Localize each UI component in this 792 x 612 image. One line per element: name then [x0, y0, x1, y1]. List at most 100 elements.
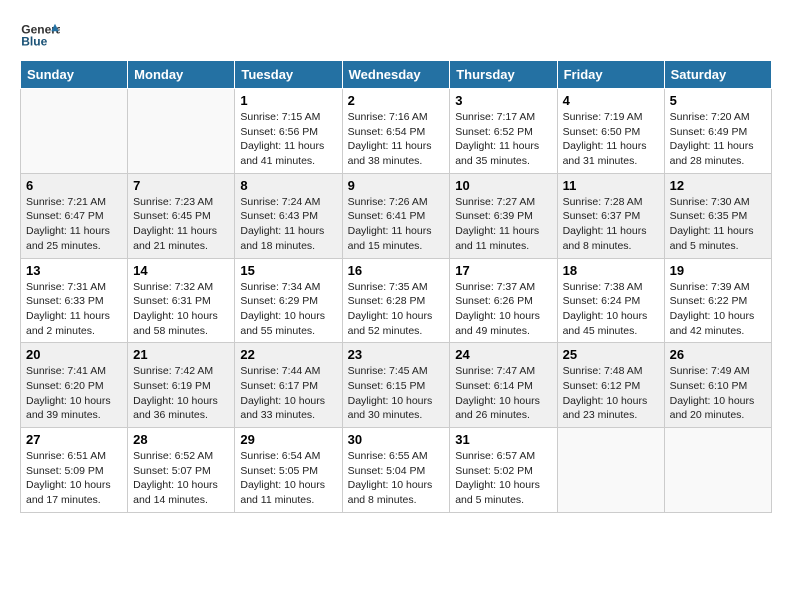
calendar-cell: 7 Sunrise: 7:23 AM Sunset: 6:45 PM Daylig… — [128, 173, 235, 258]
day-number: 9 — [348, 178, 445, 193]
day-info: Sunrise: 7:31 AM Sunset: 6:33 PM Dayligh… — [26, 280, 122, 339]
day-info: Sunrise: 7:15 AM Sunset: 6:56 PM Dayligh… — [240, 110, 336, 169]
calendar-cell: 21 Sunrise: 7:42 AM Sunset: 6:19 PM Dayli… — [128, 343, 235, 428]
day-info: Sunrise: 6:57 AM Sunset: 5:02 PM Dayligh… — [455, 449, 551, 508]
calendar-cell: 11 Sunrise: 7:28 AM Sunset: 6:37 PM Dayli… — [557, 173, 664, 258]
day-info: Sunrise: 6:52 AM Sunset: 5:07 PM Dayligh… — [133, 449, 229, 508]
day-info: Sunrise: 7:17 AM Sunset: 6:52 PM Dayligh… — [455, 110, 551, 169]
day-number: 21 — [133, 347, 229, 362]
calendar-cell: 10Sunrise: 7:27 AM Sunset: 6:39 PM Dayli… — [450, 173, 557, 258]
day-number: 7 — [133, 178, 229, 193]
weekday-header-sunday: Sunday — [21, 61, 128, 89]
calendar-cell: 15Sunrise: 7:34 AM Sunset: 6:29 PM Dayli… — [235, 258, 342, 343]
day-number: 15 — [240, 263, 336, 278]
weekday-header-saturday: Saturday — [664, 61, 771, 89]
day-number: 23 — [348, 347, 445, 362]
generalblue-logo-icon: General Blue — [20, 20, 60, 50]
calendar-cell: 25 Sunrise: 7:48 AM Sunset: 6:12 PM Dayli… — [557, 343, 664, 428]
day-number: 10 — [455, 178, 551, 193]
weekday-header-monday: Monday — [128, 61, 235, 89]
day-info: Sunrise: 6:51 AM Sunset: 5:09 PM Dayligh… — [26, 449, 122, 508]
weekday-header-tuesday: Tuesday — [235, 61, 342, 89]
day-number: 16 — [348, 263, 445, 278]
day-number: 29 — [240, 432, 336, 447]
day-info: Sunrise: 7:32 AM Sunset: 6:31 PM Dayligh… — [133, 280, 229, 339]
day-number: 12 — [670, 178, 766, 193]
day-info: Sunrise: 7:49 AM Sunset: 6:10 PM Dayligh… — [670, 364, 766, 423]
day-number: 14 — [133, 263, 229, 278]
day-number: 28 — [133, 432, 229, 447]
day-number: 1 — [240, 93, 336, 108]
day-number: 30 — [348, 432, 445, 447]
day-number: 8 — [240, 178, 336, 193]
day-number: 5 — [670, 93, 766, 108]
day-number: 11 — [563, 178, 659, 193]
calendar-cell: 2 Sunrise: 7:16 AM Sunset: 6:54 PM Daylig… — [342, 89, 450, 174]
calendar-cell: 6 Sunrise: 7:21 AM Sunset: 6:47 PM Daylig… — [21, 173, 128, 258]
day-info: Sunrise: 7:42 AM Sunset: 6:19 PM Dayligh… — [133, 364, 229, 423]
weekday-header-wednesday: Wednesday — [342, 61, 450, 89]
page-header: General Blue — [20, 20, 772, 50]
calendar-cell: 27 Sunrise: 6:51 AM Sunset: 5:09 PM Dayli… — [21, 428, 128, 513]
day-number: 25 — [563, 347, 659, 362]
calendar-cell — [557, 428, 664, 513]
calendar-cell: 19Sunrise: 7:39 AM Sunset: 6:22 PM Dayli… — [664, 258, 771, 343]
weekday-header-friday: Friday — [557, 61, 664, 89]
calendar-cell: 3 Sunrise: 7:17 AM Sunset: 6:52 PM Daylig… — [450, 89, 557, 174]
day-number: 26 — [670, 347, 766, 362]
calendar-cell: 20 Sunrise: 7:41 AM Sunset: 6:20 PM Dayli… — [21, 343, 128, 428]
day-info: Sunrise: 6:54 AM Sunset: 5:05 PM Dayligh… — [240, 449, 336, 508]
calendar-cell: 14 Sunrise: 7:32 AM Sunset: 6:31 PM Dayli… — [128, 258, 235, 343]
day-number: 2 — [348, 93, 445, 108]
day-info: Sunrise: 7:38 AM Sunset: 6:24 PM Dayligh… — [563, 280, 659, 339]
calendar-week-5: 27 Sunrise: 6:51 AM Sunset: 5:09 PM Dayli… — [21, 428, 772, 513]
calendar-cell — [664, 428, 771, 513]
day-info: Sunrise: 7:35 AM Sunset: 6:28 PM Dayligh… — [348, 280, 445, 339]
calendar-week-2: 6 Sunrise: 7:21 AM Sunset: 6:47 PM Daylig… — [21, 173, 772, 258]
day-number: 4 — [563, 93, 659, 108]
calendar-cell: 18Sunrise: 7:38 AM Sunset: 6:24 PM Dayli… — [557, 258, 664, 343]
day-number: 19 — [670, 263, 766, 278]
day-info: Sunrise: 7:47 AM Sunset: 6:14 PM Dayligh… — [455, 364, 551, 423]
calendar-cell: 4Sunrise: 7:19 AM Sunset: 6:50 PM Daylig… — [557, 89, 664, 174]
day-info: Sunrise: 7:41 AM Sunset: 6:20 PM Dayligh… — [26, 364, 122, 423]
logo: General Blue — [20, 20, 60, 50]
calendar-cell: 26 Sunrise: 7:49 AM Sunset: 6:10 PM Dayli… — [664, 343, 771, 428]
calendar-cell: 1 Sunrise: 7:15 AM Sunset: 6:56 PM Daylig… — [235, 89, 342, 174]
weekday-header-row: SundayMondayTuesdayWednesdayThursdayFrid… — [21, 61, 772, 89]
day-info: Sunrise: 7:23 AM Sunset: 6:45 PM Dayligh… — [133, 195, 229, 254]
day-info: Sunrise: 7:45 AM Sunset: 6:15 PM Dayligh… — [348, 364, 445, 423]
day-info: Sunrise: 7:26 AM Sunset: 6:41 PM Dayligh… — [348, 195, 445, 254]
calendar-cell: 8 Sunrise: 7:24 AM Sunset: 6:43 PM Daylig… — [235, 173, 342, 258]
calendar-week-4: 20 Sunrise: 7:41 AM Sunset: 6:20 PM Dayli… — [21, 343, 772, 428]
day-info: Sunrise: 7:30 AM Sunset: 6:35 PM Dayligh… — [670, 195, 766, 254]
calendar-cell — [21, 89, 128, 174]
day-number: 20 — [26, 347, 122, 362]
day-number: 13 — [26, 263, 122, 278]
calendar-cell: 16 Sunrise: 7:35 AM Sunset: 6:28 PM Dayli… — [342, 258, 450, 343]
day-number: 24 — [455, 347, 551, 362]
calendar-cell: 22Sunrise: 7:44 AM Sunset: 6:17 PM Dayli… — [235, 343, 342, 428]
calendar-week-1: 1 Sunrise: 7:15 AM Sunset: 6:56 PM Daylig… — [21, 89, 772, 174]
day-info: Sunrise: 7:37 AM Sunset: 6:26 PM Dayligh… — [455, 280, 551, 339]
day-number: 31 — [455, 432, 551, 447]
calendar-cell: 30Sunrise: 6:55 AM Sunset: 5:04 PM Dayli… — [342, 428, 450, 513]
calendar-cell: 23 Sunrise: 7:45 AM Sunset: 6:15 PM Dayli… — [342, 343, 450, 428]
calendar-cell: 12 Sunrise: 7:30 AM Sunset: 6:35 PM Dayli… — [664, 173, 771, 258]
day-info: Sunrise: 7:28 AM Sunset: 6:37 PM Dayligh… — [563, 195, 659, 254]
day-number: 3 — [455, 93, 551, 108]
day-number: 6 — [26, 178, 122, 193]
weekday-header-thursday: Thursday — [450, 61, 557, 89]
day-number: 27 — [26, 432, 122, 447]
calendar-cell: 13 Sunrise: 7:31 AM Sunset: 6:33 PM Dayli… — [21, 258, 128, 343]
day-info: Sunrise: 7:21 AM Sunset: 6:47 PM Dayligh… — [26, 195, 122, 254]
day-info: Sunrise: 7:16 AM Sunset: 6:54 PM Dayligh… — [348, 110, 445, 169]
calendar-cell: 5 Sunrise: 7:20 AM Sunset: 6:49 PM Daylig… — [664, 89, 771, 174]
calendar-cell: 29 Sunrise: 6:54 AM Sunset: 5:05 PM Dayli… — [235, 428, 342, 513]
day-number: 22 — [240, 347, 336, 362]
calendar-cell: 24 Sunrise: 7:47 AM Sunset: 6:14 PM Dayli… — [450, 343, 557, 428]
day-info: Sunrise: 7:20 AM Sunset: 6:49 PM Dayligh… — [670, 110, 766, 169]
day-info: Sunrise: 7:48 AM Sunset: 6:12 PM Dayligh… — [563, 364, 659, 423]
day-info: Sunrise: 7:24 AM Sunset: 6:43 PM Dayligh… — [240, 195, 336, 254]
calendar-cell: 31 Sunrise: 6:57 AM Sunset: 5:02 PM Dayli… — [450, 428, 557, 513]
